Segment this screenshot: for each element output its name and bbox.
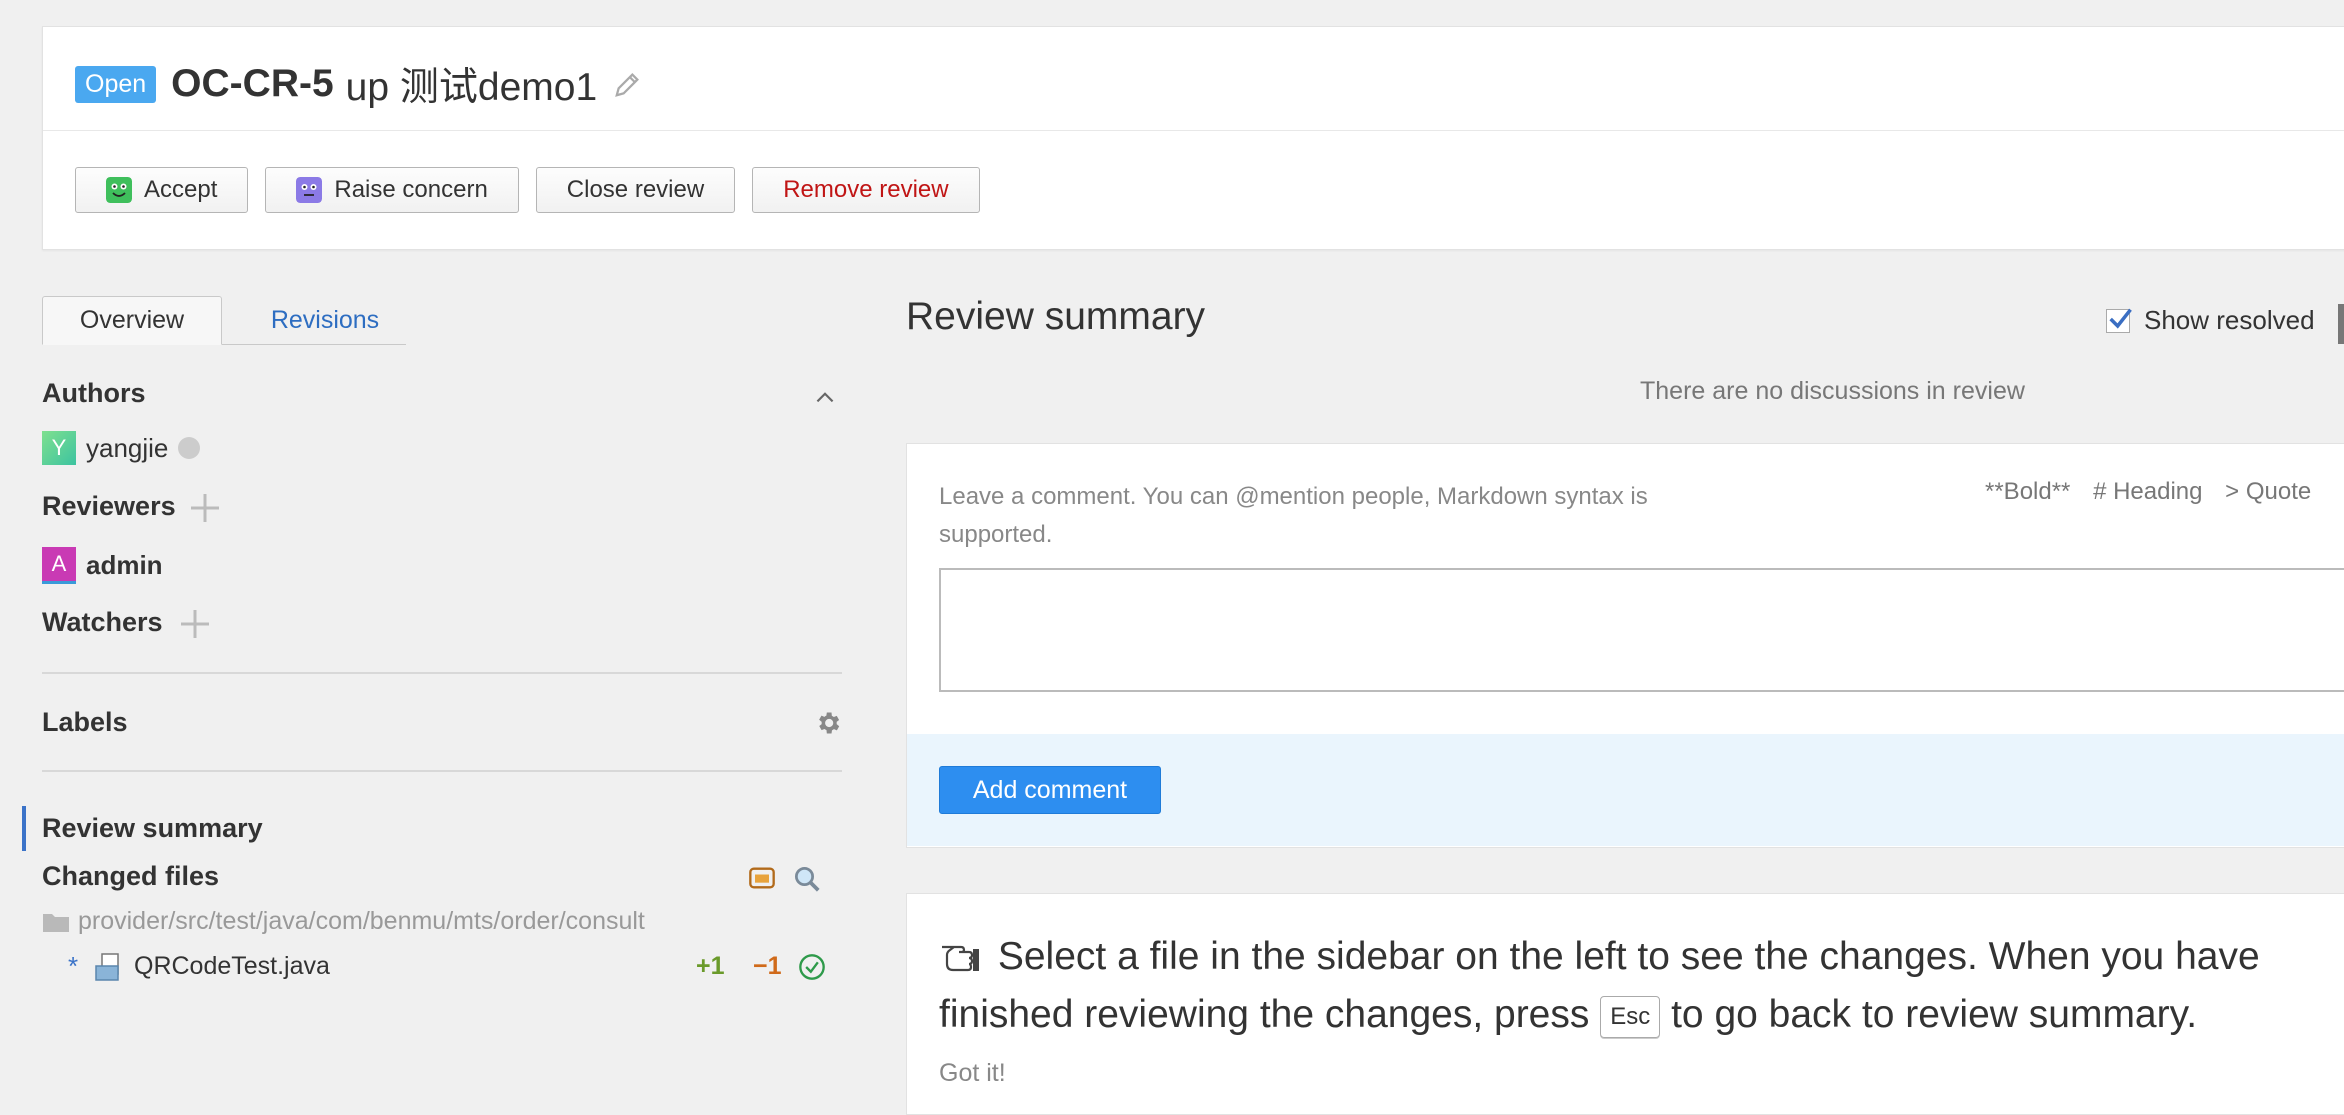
got-it-link[interactable]: Got it! [939, 1059, 1006, 1088]
edit-title-icon[interactable] [613, 69, 643, 99]
avatar: Y [42, 431, 76, 465]
tip-text-part2: to go back to review summary. [1671, 993, 2198, 1036]
esc-key: Esc [1600, 995, 1661, 1038]
accept-face-icon [106, 177, 132, 203]
folder-icon [43, 913, 69, 932]
sidebar-divider [42, 770, 842, 772]
raise-concern-label: Raise concern [334, 176, 488, 203]
authors-label: Authors [42, 378, 146, 408]
empty-state-text: There are no discussions in review [1640, 377, 2025, 405]
file-tree-icon[interactable] [748, 864, 776, 892]
folder-path: provider/src/test/java/com/benmu/mts/ord… [78, 907, 645, 935]
reviewer-name: admin [86, 550, 163, 580]
sidebar-tabs: Overview Revisions [42, 296, 406, 345]
tip-card: Select a file in the sidebar on the left… [906, 893, 2344, 1115]
tab-revisions[interactable]: Revisions [255, 296, 395, 344]
labels-label: Labels [42, 707, 128, 737]
status-badge: Open [75, 65, 157, 103]
remove-review-button[interactable]: Remove review [752, 167, 980, 213]
review-header: Open OC-CR-5 up 测试demo1 Accept Raise con… [42, 26, 2344, 250]
folder-row[interactable]: provider/src/test/java/com/benmu/mts/ord… [42, 907, 645, 936]
comment-textarea[interactable] [939, 568, 2344, 692]
nav-review-summary[interactable]: Review summary [42, 813, 263, 844]
raise-concern-button[interactable]: Raise concern [265, 167, 519, 213]
gear-icon[interactable] [814, 709, 842, 737]
author-item[interactable]: Y yangjie [42, 431, 201, 465]
accept-button[interactable]: Accept [75, 167, 249, 213]
comment-form: Leave a comment. You can @mention people… [906, 443, 2344, 848]
pointing-hand-icon [942, 945, 979, 972]
changed-file-row[interactable]: * QRCodeTest.java +1 −1 [68, 951, 828, 982]
add-watcher-plus-icon[interactable] [178, 607, 212, 641]
watchers-label: Watchers [42, 607, 163, 637]
lines-added: +1 [696, 952, 725, 980]
file-name: QRCodeTest.java [134, 952, 330, 980]
modified-marker: * [68, 951, 79, 981]
checkmark-icon [2109, 308, 2132, 329]
comment-footer: Add comment [907, 734, 2344, 846]
title-row: Open OC-CR-5 up 测试demo1 [75, 59, 643, 109]
review-id[interactable]: OC-CR-5 [171, 62, 334, 106]
show-resolved-label: Show resolved [2144, 305, 2315, 335]
concern-face-icon [296, 177, 323, 203]
review-actions: Accept Raise concern Close review Remove… [75, 167, 980, 213]
header-divider [43, 130, 2344, 131]
tip-text: Select a file in the sidebar on the left… [939, 928, 2344, 1044]
java-file-icon [95, 952, 119, 981]
add-comment-button[interactable]: Add comment [939, 766, 1161, 814]
show-resolved-toggle[interactable]: Show resolved [2106, 305, 2315, 336]
comment-hint: Leave a comment. You can @mention people… [939, 483, 1648, 548]
author-name: yangjie [86, 432, 169, 463]
add-reviewer-plus-icon[interactable] [188, 491, 222, 525]
sidebar-divider [42, 672, 842, 674]
close-review-button[interactable]: Close review [535, 167, 736, 213]
tab-overview[interactable]: Overview [42, 296, 222, 345]
markdown-heading-hint: # Heading [2093, 478, 2203, 505]
presence-dot-icon [178, 437, 201, 459]
reviewed-check-icon[interactable] [798, 953, 826, 981]
markdown-hints: **Bold** # Heading > Quote [1985, 478, 2327, 506]
markdown-quote-hint: > Quote [2225, 478, 2312, 505]
markdown-bold-hint: **Bold** [1985, 478, 2071, 505]
active-nav-indicator [22, 806, 26, 851]
page-title: Review summary [906, 295, 1206, 338]
lines-removed: −1 [753, 952, 782, 980]
avatar: A [42, 547, 76, 584]
show-resolved-checkbox[interactable] [2106, 308, 2132, 333]
review-title: up 测试demo1 [345, 66, 598, 109]
changed-files-label: Changed files [42, 861, 220, 891]
accept-label: Accept [144, 176, 218, 203]
scrollbar[interactable] [2338, 304, 2344, 344]
reviewers-label: Reviewers [42, 491, 176, 521]
collapse-chevron-up-icon[interactable] [812, 384, 838, 410]
search-icon[interactable] [792, 864, 822, 894]
reviewer-item[interactable]: A admin [42, 547, 163, 584]
